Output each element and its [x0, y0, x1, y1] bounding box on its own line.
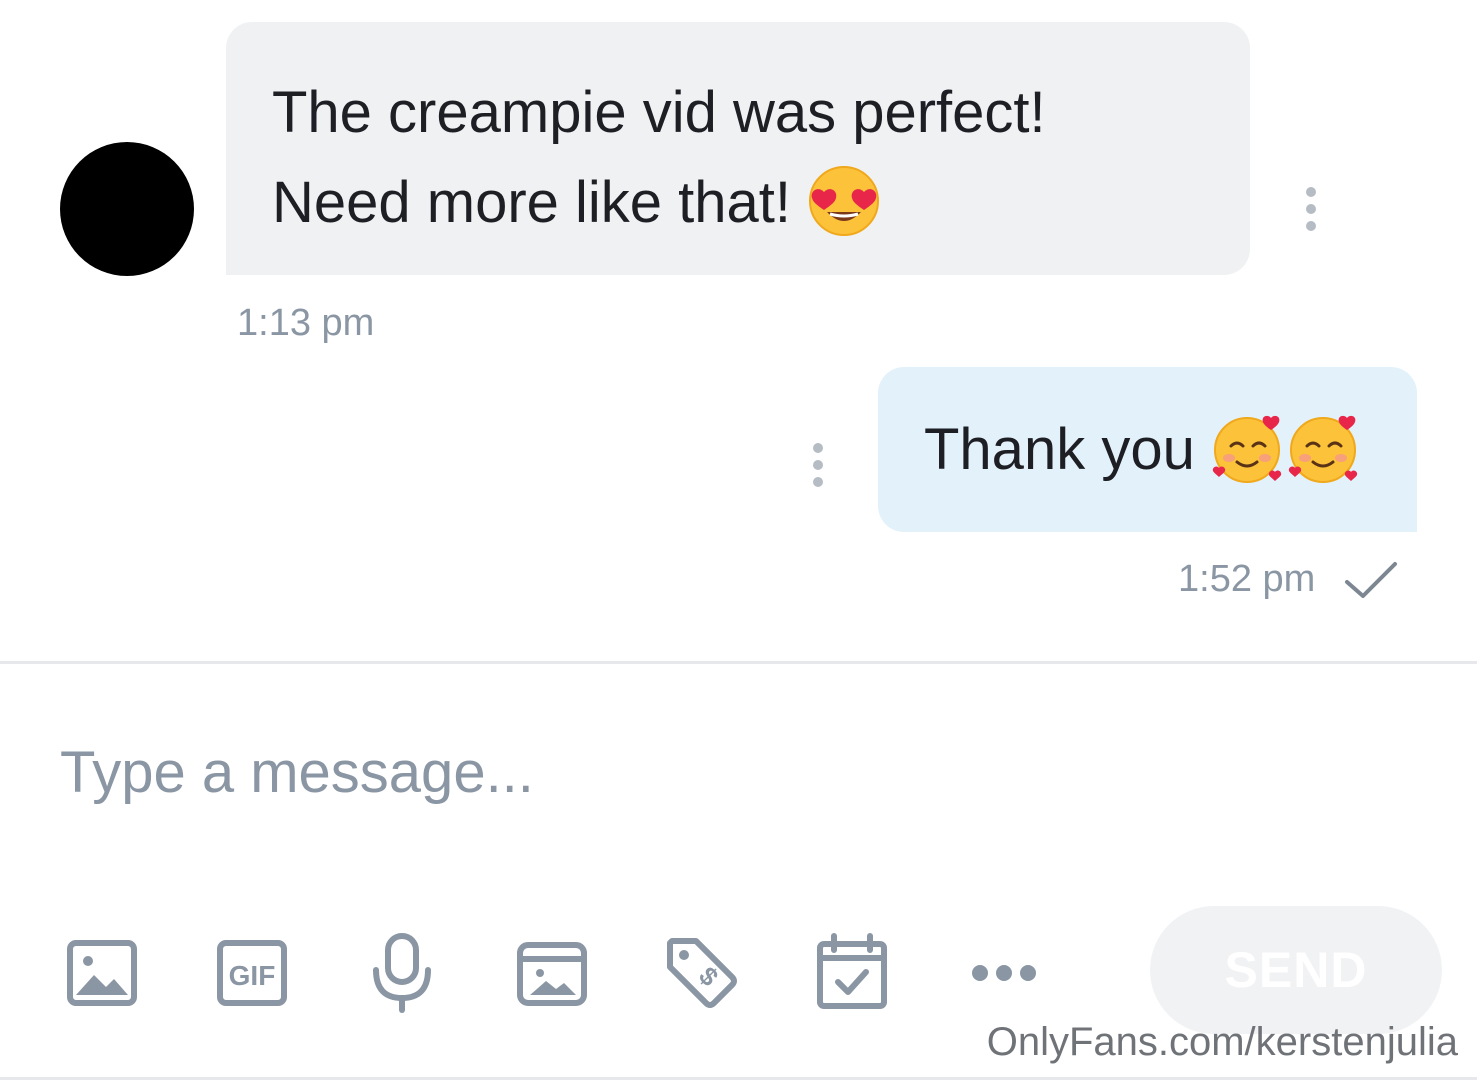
set-price-button[interactable]: $ [662, 930, 742, 1016]
outgoing-message-time: 1:52 pm [1178, 558, 1316, 600]
incoming-message-bubble: The creampie vid was perfect! Need more … [226, 22, 1250, 275]
incoming-message-line-2: Need more like that! [272, 158, 1250, 248]
image-icon [67, 940, 137, 1006]
incoming-message-time: 1:13 pm [237, 302, 375, 344]
message-input[interactable] [60, 722, 1420, 822]
microphone-icon [373, 933, 431, 1013]
vault-media-button[interactable] [512, 930, 592, 1016]
svg-text:GIF: GIF [229, 960, 276, 991]
svg-text:$: $ [693, 961, 725, 993]
outgoing-message-bubble: Thank you [878, 367, 1417, 532]
chat-screen: The creampie vid was perfect! Need more … [0, 0, 1477, 1080]
more-options-icon [972, 965, 1036, 981]
watermark: OnlyFans.com/kerstenjulia [986, 1020, 1458, 1064]
outgoing-message-text: Thank you [924, 417, 1195, 482]
smiling-face-with-hearts-emoji-icon [1212, 415, 1282, 483]
price-tag-icon: $ [667, 938, 737, 1008]
gif-icon: GIF [217, 940, 287, 1006]
incoming-message-line: The creampie vid was perfect! [272, 80, 1046, 145]
smiling-face-with-hearts-emoji-icon [1288, 415, 1358, 483]
message-options-icon[interactable] [1301, 186, 1321, 232]
sent-check-icon [1345, 562, 1397, 598]
vault-media-icon [517, 942, 587, 1006]
schedule-calendar-icon [817, 933, 887, 1009]
add-gif-button[interactable]: GIF [212, 930, 292, 1016]
record-voice-button[interactable] [362, 930, 442, 1016]
schedule-button[interactable] [812, 930, 892, 1016]
message-options-icon[interactable] [808, 442, 828, 488]
composer-divider [0, 661, 1477, 664]
add-image-button[interactable] [62, 930, 142, 1016]
send-button[interactable]: SEND [1150, 906, 1442, 1034]
incoming-message-text: Need more like that! [272, 170, 792, 235]
heart-eyes-emoji-icon [809, 165, 880, 236]
more-options-button[interactable] [962, 930, 1042, 1016]
avatar[interactable] [60, 142, 194, 276]
